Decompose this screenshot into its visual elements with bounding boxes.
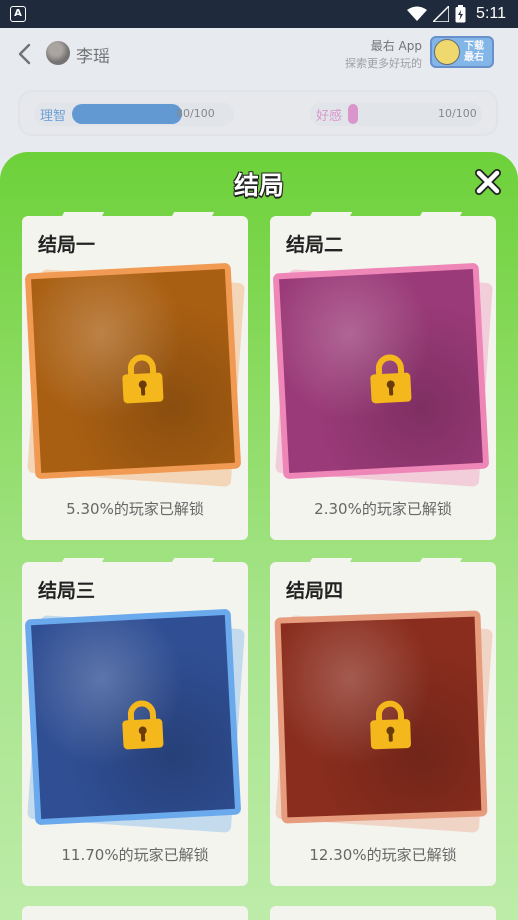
ending-card[interactable]: 结局三 11.70%的玩家已解锁 xyxy=(22,558,248,886)
ending-card[interactable]: 结局二 2.30%的玩家已解锁 xyxy=(270,212,496,540)
battery-icon xyxy=(455,5,466,23)
lock-icon xyxy=(370,354,412,404)
endings-sheet: 结局 结局一 5.30%的玩家已解锁 结局二 2.30%的玩家已解锁结局三 11.70%… xyxy=(0,152,518,920)
status-icons: 5:11 xyxy=(407,4,506,24)
app-notification-icon: A xyxy=(10,6,26,22)
card-notch xyxy=(169,212,215,220)
unlock-percentage: 12.30%的玩家已解锁 xyxy=(309,846,457,864)
ending-title: 结局二 xyxy=(286,234,344,256)
card-notch xyxy=(417,212,463,220)
ending-image xyxy=(274,610,493,833)
card-notch xyxy=(307,212,353,220)
ending-image xyxy=(24,262,245,487)
card-notch xyxy=(169,558,215,566)
wifi-icon xyxy=(407,6,428,21)
card-notch xyxy=(59,558,105,566)
locked-image-frame xyxy=(24,608,242,826)
close-icon[interactable] xyxy=(474,168,502,196)
ending-card-peek xyxy=(22,906,248,920)
ending-card-peek xyxy=(270,906,496,920)
lock-icon xyxy=(122,354,164,404)
status-time: 5:11 xyxy=(476,5,506,22)
background-dim xyxy=(0,28,518,158)
unlock-percentage: 2.30%的玩家已解锁 xyxy=(314,500,452,518)
status-bar: A 5:11 xyxy=(0,0,518,28)
card-notch xyxy=(417,558,463,566)
unlock-percentage: 5.30%的玩家已解锁 xyxy=(66,500,204,518)
lock-icon xyxy=(370,700,411,750)
locked-image-frame xyxy=(274,610,488,824)
ending-image xyxy=(272,262,493,487)
unlock-percentage: 11.70%的玩家已解锁 xyxy=(61,846,209,864)
ending-title: 结局四 xyxy=(286,580,344,602)
signal-icon xyxy=(433,6,450,22)
card-notch xyxy=(307,558,353,566)
locked-image-frame xyxy=(24,262,242,480)
sheet-title: 结局 xyxy=(233,171,284,200)
ending-card[interactable]: 结局一 5.30%的玩家已解锁 xyxy=(22,212,248,540)
ending-image xyxy=(24,608,245,833)
ending-title: 结局三 xyxy=(38,580,96,602)
card-notch xyxy=(59,212,105,220)
lock-icon xyxy=(122,700,164,750)
ending-title: 结局一 xyxy=(38,234,96,256)
ending-card[interactable]: 结局四 12.30%的玩家已解锁 xyxy=(270,558,496,886)
locked-image-frame xyxy=(272,262,490,480)
